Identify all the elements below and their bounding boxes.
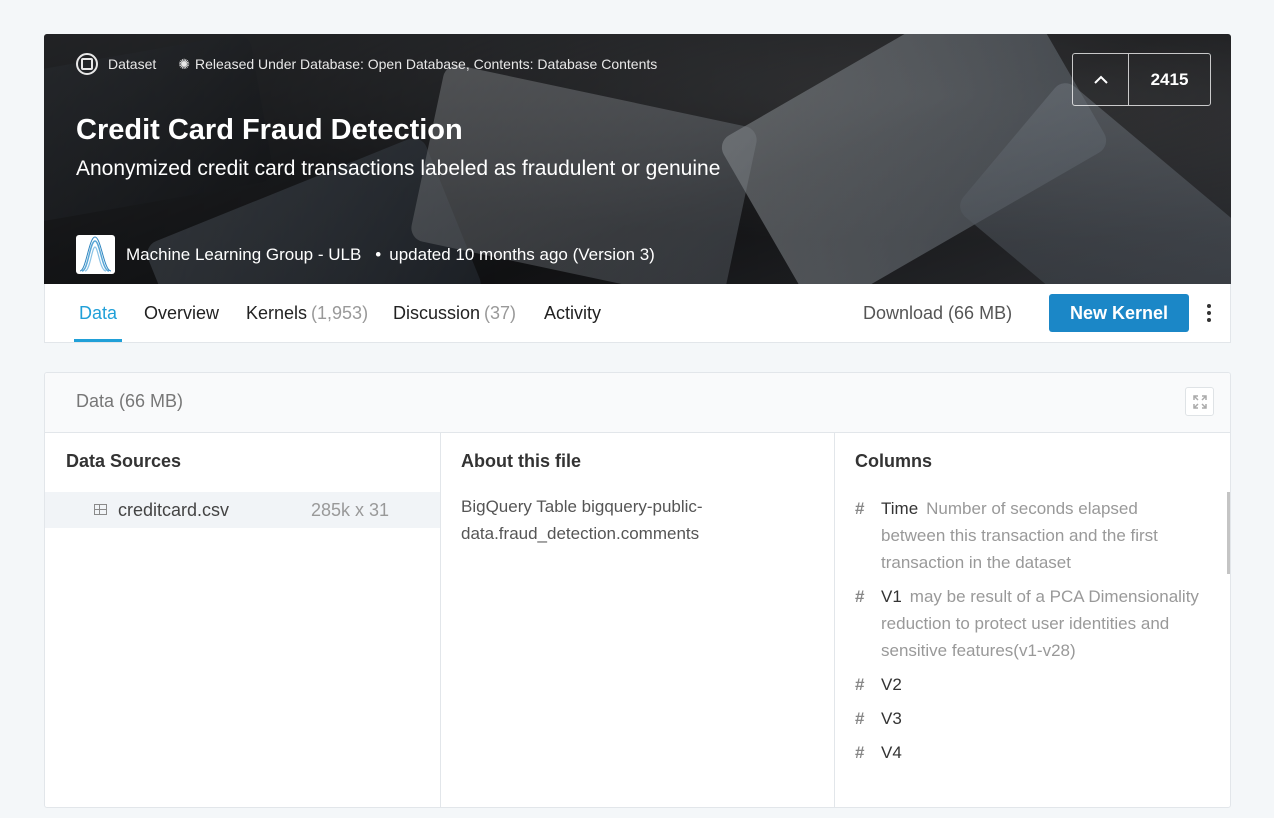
tab-label: Discussion xyxy=(393,302,481,323)
upvote-count: 2415 xyxy=(1150,69,1189,89)
more-vertical-icon[interactable] xyxy=(1201,302,1217,324)
chevron-up-icon xyxy=(1093,75,1108,84)
new-kernel-button[interactable]: New Kernel xyxy=(1049,294,1189,332)
columns-title: Columns xyxy=(855,451,933,471)
numeric-type-icon: # xyxy=(855,499,865,518)
data-panel: Data (66 MB) Data Sources creditcard.csv… xyxy=(44,372,1231,808)
column-name: V2 xyxy=(881,675,902,694)
numeric-type-icon: # xyxy=(855,675,865,694)
column-name: V3 xyxy=(881,709,902,728)
dataset-icon xyxy=(76,53,98,75)
numeric-type-icon: # xyxy=(855,587,865,606)
columns-scrollbar[interactable] xyxy=(1227,492,1230,574)
download-button[interactable]: Download (66 MB) xyxy=(863,284,1012,342)
avatar[interactable] xyxy=(76,235,115,274)
columns-column: Columns # Time Number of seconds elapsed … xyxy=(835,433,1230,807)
column-description: may be result of a PCA Dimensionality re… xyxy=(881,587,1199,660)
column-name: V4 xyxy=(881,743,902,762)
tab-kernels[interactable]: Kernels (1,953) xyxy=(246,284,368,342)
dataset-type-label: Dataset xyxy=(108,56,157,72)
data-sources-column: Data Sources creditcard.csv 285k x 31 xyxy=(45,433,441,807)
column-name: V1 xyxy=(881,587,902,606)
data-sources-title: Data Sources xyxy=(66,451,182,471)
updated-text: updated 10 months ago (Version 3) xyxy=(389,244,655,264)
tab-label: Kernels xyxy=(246,302,308,323)
upvote-widget: 2415 xyxy=(1072,53,1211,106)
tab-discussion[interactable]: Discussion (37) xyxy=(393,284,516,342)
tab-count: (37) xyxy=(484,302,517,323)
file-item-creditcard[interactable]: creditcard.csv 285k x 31 xyxy=(45,492,440,528)
tab-activity[interactable]: Activity xyxy=(544,284,601,342)
upvote-button[interactable] xyxy=(1073,54,1129,105)
tab-count: (1,953) xyxy=(311,302,369,323)
tab-data[interactable]: Data xyxy=(73,284,123,342)
about-file-column: About this file BigQuery Table bigquery-… xyxy=(441,433,835,807)
file-dimensions: 285k x 31 xyxy=(311,500,390,520)
dataset-tabs: Data Overview Kernels (1,953) Discussion… xyxy=(44,284,1231,343)
expand-icon xyxy=(1192,394,1207,409)
numeric-type-icon: # xyxy=(855,743,865,762)
list-item[interactable]: # V1 may be result of a PCA Dimensionalit… xyxy=(855,583,1205,664)
dataset-meta: Dataset ✺ Released Under Database: Open … xyxy=(76,53,657,75)
column-name: Time xyxy=(881,499,919,518)
file-name: creditcard.csv xyxy=(118,500,230,520)
separator-dot: • xyxy=(375,244,382,264)
about-file-title: About this file xyxy=(461,451,581,471)
owner-logo-icon xyxy=(79,236,112,272)
list-item[interactable]: # V4 xyxy=(855,739,1205,766)
list-item[interactable]: # Time Number of seconds elapsed between … xyxy=(855,495,1205,576)
page-subtitle: Anonymized credit card transactions labe… xyxy=(76,157,721,180)
expand-button[interactable] xyxy=(1185,387,1214,416)
panel-header: Data (66 MB) xyxy=(45,373,1230,433)
list-item[interactable]: # V3 xyxy=(855,705,1205,732)
about-file-text: BigQuery Table bigquery-public-data.frau… xyxy=(461,497,703,543)
page-title: Credit Card Fraud Detection xyxy=(76,114,463,146)
columns-list: # Time Number of seconds elapsed between … xyxy=(855,495,1205,773)
tab-overview[interactable]: Overview xyxy=(144,284,219,342)
owner-line: Machine Learning Group - ULB • updated 1… xyxy=(76,235,655,274)
column-description: Number of seconds elapsed between this t… xyxy=(881,499,1158,572)
list-item[interactable]: # V2 xyxy=(855,671,1205,698)
owner-name[interactable]: Machine Learning Group - ULB xyxy=(126,245,361,265)
license-badge-icon: ✺ xyxy=(178,55,190,72)
panel-title: Data (66 MB) xyxy=(76,391,184,411)
numeric-type-icon: # xyxy=(855,709,865,728)
tab-label: Overview xyxy=(144,302,220,323)
tab-label: Activity xyxy=(544,302,602,323)
license-text[interactable]: Released Under Database: Open Database, … xyxy=(195,56,657,72)
tab-label: Data xyxy=(79,302,118,323)
table-file-icon xyxy=(94,504,107,515)
dataset-header: Dataset ✺ Released Under Database: Open … xyxy=(44,34,1231,284)
